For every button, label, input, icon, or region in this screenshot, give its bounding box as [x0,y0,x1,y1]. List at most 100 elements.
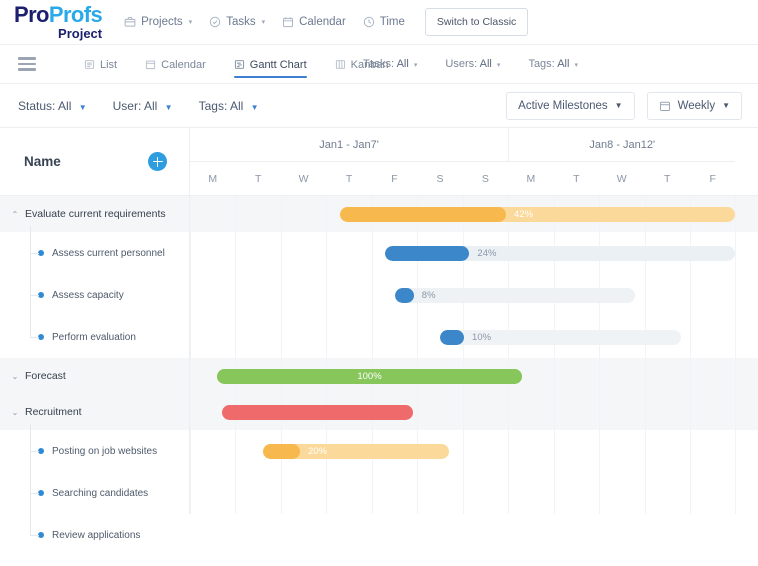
name-column-header: Name [24,154,61,169]
hamburger-line [18,57,36,60]
tab-gantt-chart[interactable]: Gantt Chart [233,51,307,78]
task-row[interactable]: Searching candidates [0,472,189,514]
period-dropdown[interactable]: Weekly ▼ [646,91,742,120]
tags-filter[interactable]: Tags: All ▼ [199,99,259,113]
gantt-bar-progress-label: 100% [357,370,382,382]
nav-item-tasks[interactable]: Tasks ▾ [209,16,265,28]
nav-item-projects[interactable]: Projects ▾ [124,16,192,28]
check-circle-icon [209,16,221,28]
tree-line [30,451,39,452]
main-nav: Projects ▾ Tasks ▾ Calendar Time [124,16,405,28]
nav-item-calendar[interactable]: Calendar [282,16,346,28]
task-row[interactable]: Posting on job websites [0,430,189,472]
filter-tasks[interactable]: Tasks: All ▾ [363,58,417,70]
tab-list[interactable]: List [84,51,117,78]
day-header-cell: W [298,173,309,185]
day-header-cell: M [208,173,218,185]
milestones-dropdown[interactable]: Active Milestones ▼ [506,91,635,120]
filter-tags-name: Tags: [528,58,555,70]
gantt-bar-progress-fill [385,245,470,261]
grid-line [417,196,419,514]
calendar-icon [145,59,156,70]
tree-line [30,253,39,254]
briefcase-icon [124,16,136,28]
gantt-bar-progress-fill [262,443,300,459]
filter-users[interactable]: Users: All ▾ [445,58,500,70]
user-filter-name: User: [112,98,142,113]
task-label: Assess capacity [52,289,124,301]
day-header-cell: T [345,173,353,185]
grid-line [190,196,191,514]
chevron-down-icon: ▼ [722,101,730,110]
gantt-bar-progress-fill [439,329,465,345]
gantt-bar-progress-fill [394,287,414,303]
gantt-bar[interactable]: 24% [385,245,736,261]
chevron-down-icon: ▼ [250,102,259,112]
task-row[interactable]: Assess current personnel [0,232,189,274]
tree-line [30,424,31,535]
chevron-down-icon[interactable]: ⌄ [10,372,20,381]
plus-circle-icon[interactable] [148,152,167,171]
chevron-down-icon[interactable]: ⌄ [10,408,20,417]
nav-label-projects: Projects [141,16,183,28]
tab-calendar[interactable]: Calendar [145,51,206,78]
task-row[interactable]: Assess capacity [0,274,189,316]
group-label: Recruitment [25,406,82,418]
timeline-body[interactable]: 42% 24% 8% 10% 100% 20% [190,196,758,514]
nav-label-calendar: Calendar [299,16,346,28]
day-header-cell: T [573,173,580,185]
tags-filter-value: All [229,98,244,113]
task-label: Review applications [52,529,141,541]
day-header-cell: M [526,173,536,185]
gantt-bar-progress-fill [339,206,507,222]
view-tabs: List Calendar Gantt Chart Kanban [84,51,389,78]
gantt-bar[interactable]: 42% [339,206,736,222]
group-label: Evaluate current requirements [25,208,166,220]
grid-line [735,196,737,514]
task-label: Posting on job websites [52,445,158,457]
proprofs-logo[interactable]: ProProfs Project [14,2,103,41]
filter-tags[interactable]: Tags: All ▾ [528,58,578,70]
week-label: Jan1 - Jan7' [190,128,509,162]
grid-line [689,196,691,514]
task-row[interactable]: Review applications [0,514,189,556]
list-icon [84,59,95,70]
milestones-dropdown-label: Active Milestones [518,99,608,112]
calendar-icon [282,16,294,28]
timeline-area: Jan1 - Jan7' M T W T F S S Jan8 - Jan12' M T W T F 42… [190,128,758,514]
gantt-bar[interactable]: 100% [217,368,522,384]
group-row[interactable]: ⌄ Forecast [0,358,189,394]
week-label: Jan8 - Jan12' [508,128,736,162]
hamburger-line [18,62,36,66]
status-filter-name: Status: [18,98,56,113]
task-name-sidebar: Name ⌃ Evaluate current requirements Asses… [0,128,190,541]
view-filters: Tasks: All ▾ Users: All ▾ Tags: All ▾ [363,58,758,70]
sidebar-header: Name [0,128,190,196]
calendar-icon [659,100,671,112]
chevron-up-icon[interactable]: ⌃ [10,210,20,219]
task-list: ⌃ Evaluate current requirements Assess cur… [0,196,190,541]
filter-tasks-name: Tasks: [362,58,395,70]
day-header-cell: S [436,173,444,185]
gantt-bar[interactable]: 20% [262,443,450,459]
tab-label-calendar: Calendar [161,58,206,71]
group-row[interactable]: ⌃ Evaluate current requirements [0,196,189,232]
grid-line [462,196,464,514]
gantt-bar-progress-label: 42% [514,208,534,220]
user-filter[interactable]: User: All ▼ [113,99,173,113]
gantt-bar[interactable]: 8% [394,287,636,303]
clock-icon [363,16,375,28]
logo-text-pro: Pro [14,2,49,27]
gantt-bar[interactable] [221,404,413,420]
gantt-bar-progress-label: 10% [472,331,492,343]
switch-to-classic-button[interactable]: Switch to Classic [424,8,529,36]
group-row[interactable]: ⌄ Recruitment [0,394,189,430]
status-filter[interactable]: Status: All ▼ [18,99,87,113]
tab-label-list: List [100,58,118,71]
nav-label-tasks: Tasks [226,16,256,28]
logo-text: ProProfs [14,2,103,27]
hamburger-icon[interactable] [18,57,36,71]
task-row[interactable]: Perform evaluation [0,316,189,358]
nav-item-time[interactable]: Time [363,16,405,28]
gantt-bar[interactable]: 10% [439,329,681,345]
